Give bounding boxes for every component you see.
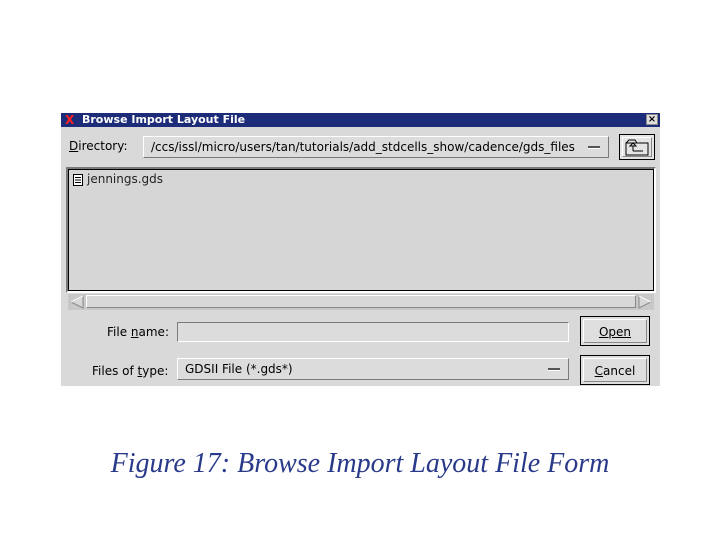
scrollbar-thumb[interactable] bbox=[86, 295, 636, 308]
close-button[interactable]: × bbox=[646, 114, 658, 125]
open-button[interactable]: Open bbox=[580, 316, 650, 346]
dropdown-arrow-icon[interactable] bbox=[548, 368, 560, 371]
file-list-frame bbox=[68, 169, 654, 291]
document-icon bbox=[73, 173, 83, 186]
file-name-input[interactable] bbox=[177, 322, 569, 342]
directory-combo[interactable]: /ccs/issl/micro/users/tan/tutorials/add_… bbox=[143, 136, 609, 158]
file-type-combo[interactable]: GDSII File (*.gds*) bbox=[177, 358, 569, 380]
file-type-value: GDSII File (*.gds*) bbox=[185, 362, 293, 376]
cancel-label: Cancel bbox=[594, 364, 636, 378]
open-button-face: Open bbox=[583, 319, 647, 343]
open-label: Open bbox=[598, 325, 632, 339]
cancel-button-face: Cancel bbox=[583, 358, 647, 382]
up-directory-button[interactable] bbox=[619, 134, 655, 160]
dropdown-arrow-icon[interactable] bbox=[588, 146, 600, 149]
file-name-label: File name: bbox=[107, 325, 169, 339]
cancel-button[interactable]: Cancel bbox=[580, 355, 650, 385]
file-list[interactable]: jennings.gds bbox=[66, 167, 656, 293]
horizontal-scrollbar[interactable] bbox=[68, 294, 654, 310]
dialog-title: Browse Import Layout File bbox=[82, 113, 246, 126]
scroll-left-icon[interactable] bbox=[68, 294, 86, 310]
file-type-label: Files of type: bbox=[92, 364, 169, 378]
folder-up-icon bbox=[625, 139, 649, 156]
title-bar[interactable]: X Browse Import Layout File × bbox=[61, 113, 660, 127]
directory-label: Directory: bbox=[69, 139, 128, 153]
figure-caption: Figure 17: Browse Import Layout File For… bbox=[110, 448, 610, 479]
list-item[interactable]: jennings.gds bbox=[73, 172, 163, 186]
directory-value: /ccs/issl/micro/users/tan/tutorials/add_… bbox=[151, 140, 575, 154]
browse-import-dialog: X Browse Import Layout File × Directory:… bbox=[61, 113, 660, 386]
scroll-right-icon[interactable] bbox=[636, 294, 654, 310]
x-logo-icon: X bbox=[65, 113, 75, 127]
file-name-text: jennings.gds bbox=[87, 172, 164, 186]
